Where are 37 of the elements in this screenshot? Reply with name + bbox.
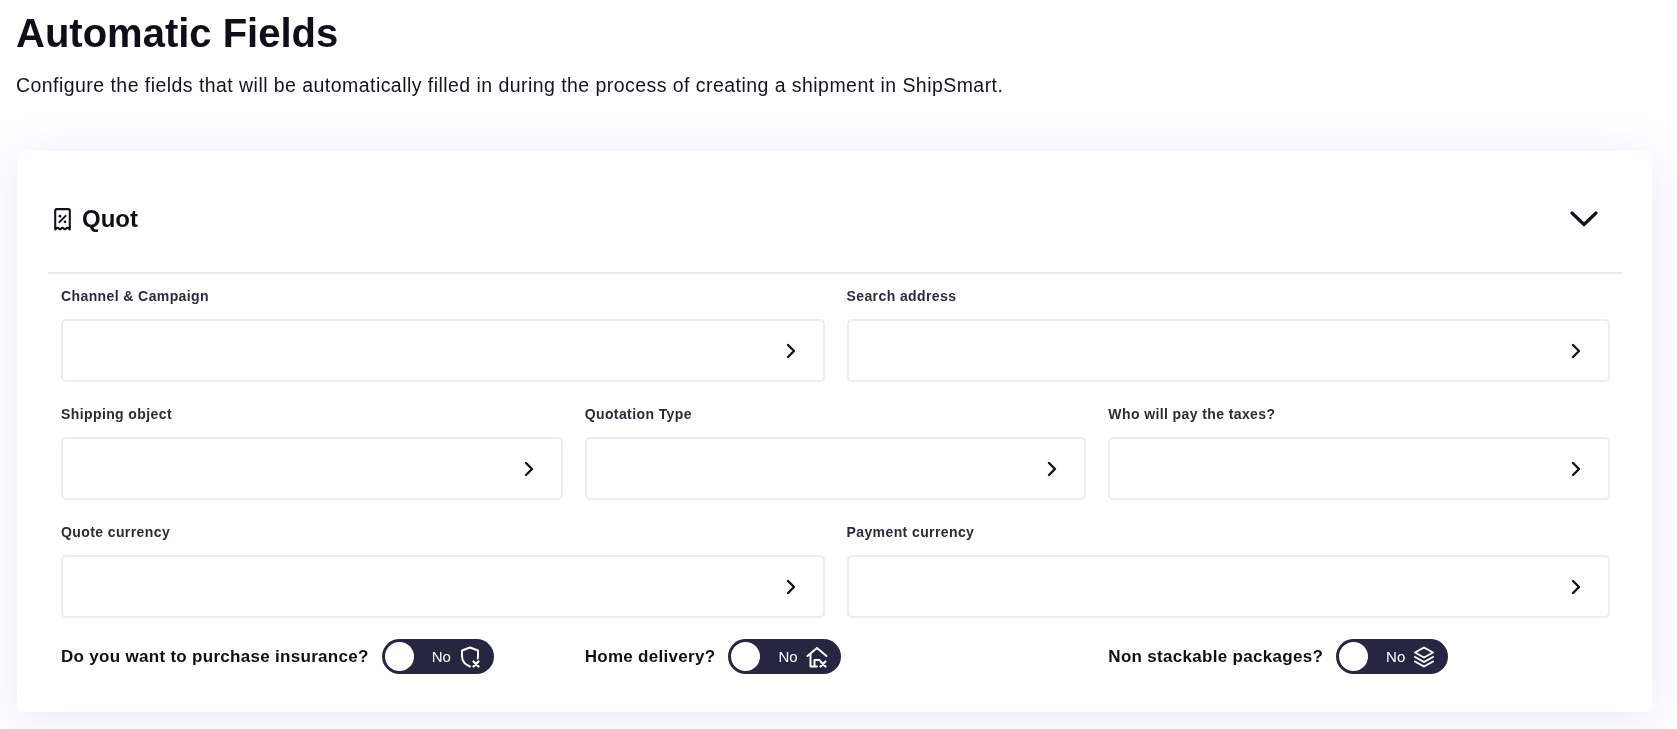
chevron-right-icon [1047,460,1058,477]
select-field[interactable] [846,555,1610,618]
toggle-switch[interactable]: No [381,639,494,674]
select-field[interactable] [1108,437,1610,500]
field-label: Search address [846,287,957,305]
toggle-knob [384,642,414,671]
chevron-right-icon [785,342,796,359]
select-field[interactable] [61,437,563,500]
field-label: Quotation Type [584,405,692,423]
toggle-knob [731,642,761,671]
page-description: Configure the fields that will be automatically filled in during the process of creating a shipment in ShipSmart. [16,73,1005,97]
field-label: Channel & Campaign [61,287,209,305]
select-field[interactable] [584,437,1087,500]
select-field[interactable] [846,319,1610,382]
select-field[interactable] [61,555,825,618]
field-label: Who will pay the taxes? [1108,405,1276,423]
chevron-right-icon [1571,342,1581,359]
toggle-label: Non stackable packages? [1108,646,1324,667]
section-title: Quot [82,204,138,234]
toggle-knob [1339,642,1369,671]
chevron-right-icon [785,578,796,595]
toggle-label: Do you want to purchase insurance? [61,646,369,667]
page-title: Automatic Fields [16,10,340,56]
layers-icon [1412,644,1437,669]
toggle-switch[interactable]: No [1336,639,1449,674]
field-label: Quote currency [61,523,171,541]
receipt-icon [52,206,73,232]
chevron-down-icon[interactable] [1570,211,1598,227]
chevron-right-icon [1571,460,1581,477]
chevron-right-icon [523,460,534,477]
toggle-switch[interactable]: No [728,639,841,674]
field-label: Shipping object [61,405,172,423]
house-x-icon [804,644,829,669]
field-label: Payment currency [846,523,975,541]
toggle-label: Home delivery? [584,646,716,667]
select-field[interactable] [61,319,825,382]
chevron-right-icon [1571,578,1581,595]
